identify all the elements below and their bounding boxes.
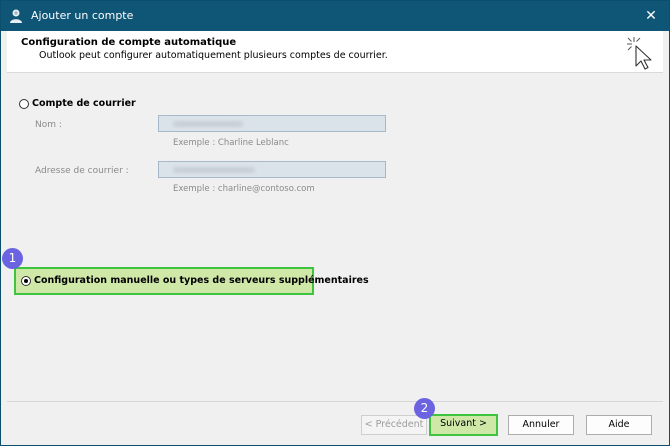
email-example: Exemple : charline@contoso.com xyxy=(173,184,315,194)
back-button[interactable]: < Précédent xyxy=(361,415,427,435)
wizard-content: Compte de courrier Nom : Exemple : Charl… xyxy=(7,74,663,401)
auto-account-radio[interactable] xyxy=(19,99,29,109)
email-input[interactable] xyxy=(158,161,386,178)
outlook-user-icon xyxy=(10,9,22,23)
help-button[interactable]: Aide xyxy=(586,415,652,435)
name-input[interactable] xyxy=(158,115,386,132)
pointer-sparkle-icon xyxy=(627,37,652,70)
window-title: Ajouter un compte xyxy=(31,9,134,22)
email-field-label: Adresse de courrier : xyxy=(35,166,129,176)
blurred-email-value xyxy=(173,167,255,173)
title-bar: Ajouter un compte ✕ xyxy=(1,1,669,31)
footer-divider xyxy=(7,401,663,402)
manual-config-label[interactable]: Configuration manuelle ou types de serve… xyxy=(34,275,369,286)
page-title: Configuration de compte automatique xyxy=(21,37,237,48)
manual-config-option[interactable]: Configuration manuelle ou types de serve… xyxy=(14,267,369,295)
next-button[interactable]: Suivant > xyxy=(429,414,498,436)
manual-config-radio[interactable] xyxy=(21,276,31,286)
close-button[interactable]: ✕ xyxy=(641,6,661,26)
name-example: Exemple : Charline Leblanc xyxy=(173,138,289,148)
add-account-dialog: Ajouter un compte ✕ Configuration de com… xyxy=(0,0,670,446)
blurred-name-value xyxy=(173,121,243,127)
cancel-button[interactable]: Annuler xyxy=(508,415,574,435)
name-field-label: Nom : xyxy=(35,120,62,130)
wizard-header: Configuration de compte automatique Outl… xyxy=(7,31,663,73)
page-subtitle: Outlook peut configurer automatiquement … xyxy=(39,50,388,61)
step-badge-2: 2 xyxy=(414,398,435,419)
step-badge-1: 1 xyxy=(2,248,23,269)
auto-account-label[interactable]: Compte de courrier xyxy=(32,98,136,109)
